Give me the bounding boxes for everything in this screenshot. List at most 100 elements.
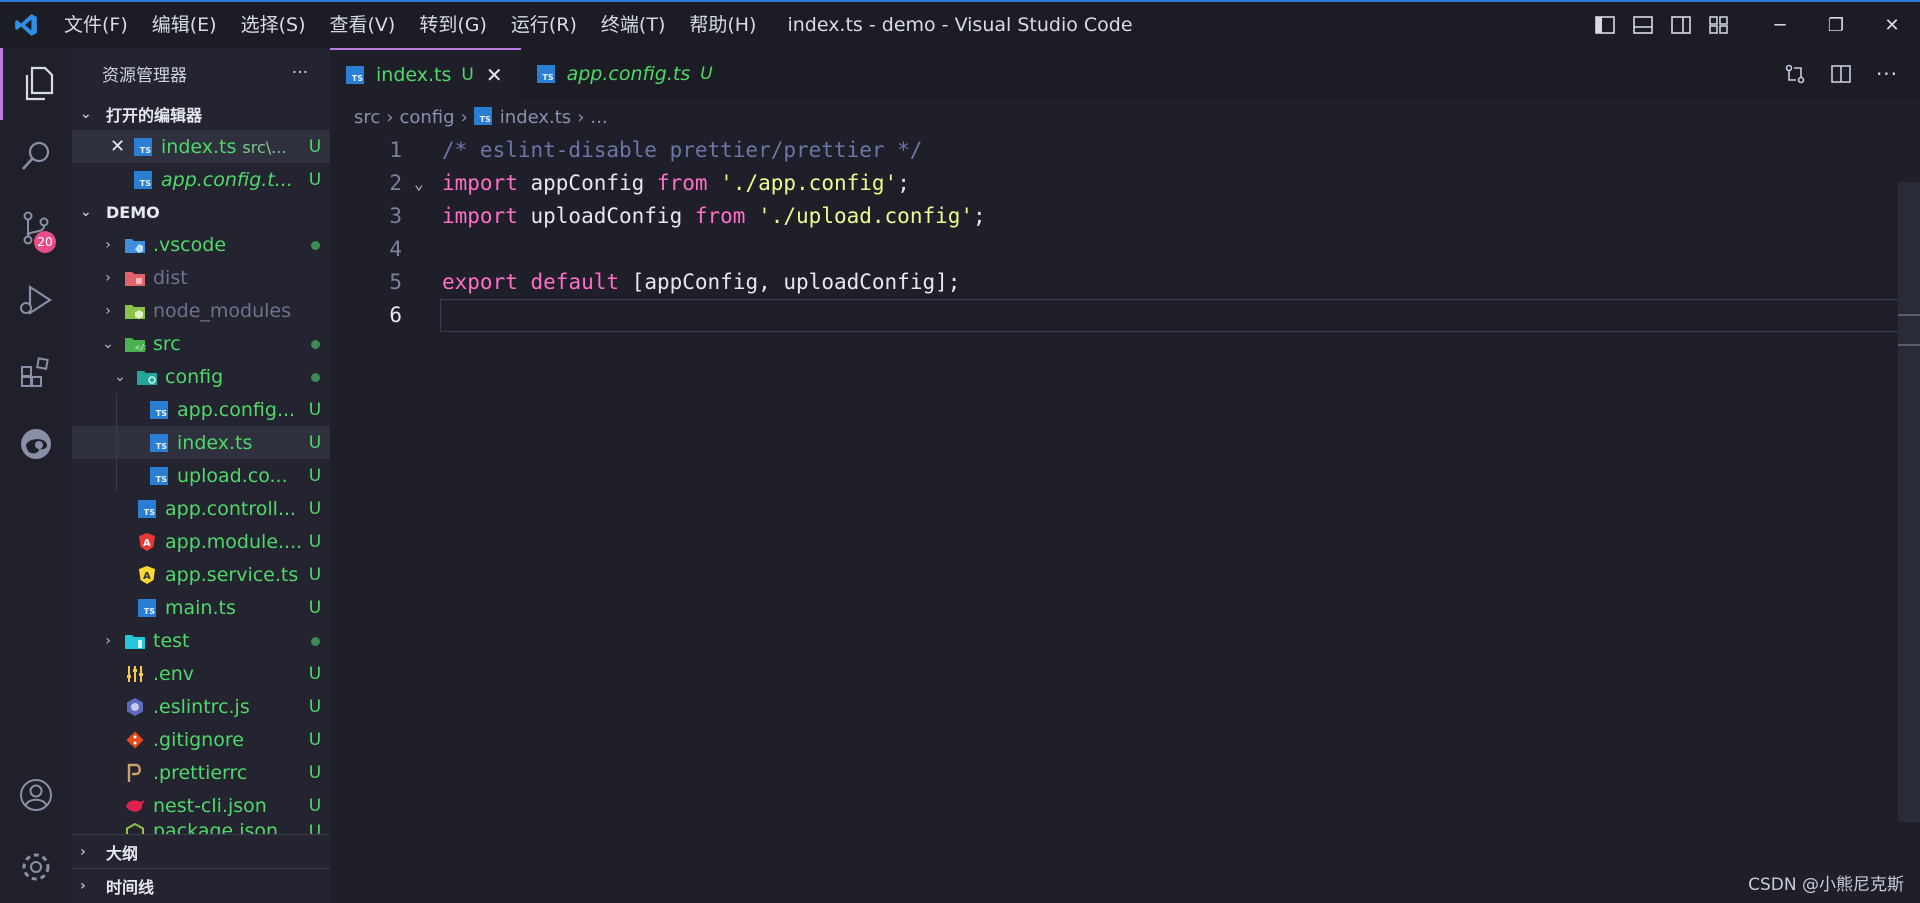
toggle-panel-icon[interactable] [1624,2,1662,48]
typescript-file-icon: TS [136,498,158,520]
tree-file-main[interactable]: TS main.ts U [72,591,330,624]
folder-config-icon [136,366,158,388]
menu-run[interactable]: 运行(R) [499,3,589,47]
edge-devtools-icon[interactable] [0,408,72,480]
indent-guide [116,393,117,426]
breadcrumb-symbol[interactable]: ... [590,107,607,128]
open-editor-name: index.ts src\... [161,135,287,158]
code-line[interactable]: 5 export default [appConfig, uploadConfig… [330,266,1920,299]
git-status: U [308,762,322,783]
tree-file-prettierrc[interactable]: .prettierrc U [72,756,330,789]
tree-folder-vscode[interactable]: › .vscode [72,228,330,261]
git-status: U [308,169,322,190]
menu-help[interactable]: 帮助(H) [677,3,768,47]
tree-file-package-json[interactable]: package.json U [72,822,330,834]
menu-terminal[interactable]: 终端(T) [589,3,677,47]
folder-vscode-icon [124,234,146,256]
tree-file-app-service[interactable]: A app.service.ts U [72,558,330,591]
tree-file-app-module[interactable]: A app.module.... U [72,525,330,558]
line-number: 3 [389,204,402,228]
code-line[interactable]: 4 [330,233,1920,266]
typescript-file-icon: TS [473,107,494,127]
menu-edit[interactable]: 编辑(E) [140,3,229,47]
code-token: /* eslint-disable prettier/prettier */ [442,138,923,162]
tree-folder-src[interactable]: ⌄ </> src [72,327,330,360]
close-editor-icon[interactable]: ✕ [110,136,128,157]
breadcrumb-config[interactable]: config [399,107,454,128]
menu-view[interactable]: 查看(V) [318,3,408,47]
tab-index-ts[interactable]: TS index.ts U ✕ [330,48,521,100]
typescript-file-icon: TS [148,432,170,454]
explorer-more-icon[interactable]: ··· [292,63,308,83]
tree-file-upload-config[interactable]: TS upload.co... U [72,459,330,492]
editor-scrollbar[interactable] [1898,182,1920,822]
run-debug-icon[interactable] [0,264,72,336]
modified-dot [304,334,326,354]
tree-file-env[interactable]: .env U [72,657,330,690]
tab-label: app.config.ts [566,63,691,85]
env-settings-icon [124,663,146,685]
code-editor[interactable]: 1 /* eslint-disable prettier/prettier */ 2… [330,134,1920,332]
breadcrumb-file[interactable]: index.ts [500,107,571,128]
git-status: U [308,136,322,157]
extensions-icon[interactable] [0,336,72,408]
open-editor-item[interactable]: TS app.config.t... U [72,163,330,196]
code-line[interactable]: 3 import uploadConfig from './upload.conf… [330,200,1920,233]
menu-selection[interactable]: 选择(S) [229,3,318,47]
settings-gear-icon[interactable] [0,831,72,903]
tree-file-app-config[interactable]: TS app.config... U [72,393,330,426]
chevron-right-icon: › [105,269,111,286]
tree-file-app-controller[interactable]: TS app.controll... U [72,492,330,525]
chevron-right-icon: › [105,302,111,319]
git-status: U [308,465,322,486]
nodejs-icon [124,822,146,834]
tree-file-gitignore[interactable]: .gitignore U [72,723,330,756]
code-token: './upload.config' [758,204,974,228]
customize-layout-icon[interactable] [1700,2,1738,48]
tree-file-eslintrc[interactable]: .eslintrc.js U [72,690,330,723]
explorer-icon[interactable] [0,48,72,120]
tree-folder-node-modules[interactable]: › node_modules [72,294,330,327]
code-text: export default [appConfig, uploadConfig]… [442,266,960,299]
tab-app-config-ts[interactable]: TS app.config.ts U [521,48,751,100]
breadcrumb-src[interactable]: src [354,107,380,128]
toggle-primary-sidebar-icon[interactable] [1586,2,1624,48]
modified-dot [304,235,326,255]
account-icon[interactable] [0,759,72,831]
tree-file-index[interactable]: TS index.ts U [72,426,330,459]
tree-file-nest-cli[interactable]: nest-cli.json U [72,789,330,822]
code-line[interactable]: 1 /* eslint-disable prettier/prettier */ [330,134,1920,167]
more-actions-icon[interactable]: ··· [1868,51,1906,97]
git-status: U [308,597,322,618]
search-icon[interactable] [0,120,72,192]
current-line-highlight [440,299,1918,332]
code-token: uploadConfig [517,204,695,228]
open-editors-section[interactable]: ⌄ 打开的编辑器 [72,98,330,130]
eslint-icon [124,696,146,718]
angular-service-icon: A [136,564,158,586]
compare-changes-icon[interactable] [1776,51,1814,97]
close-window-icon[interactable]: ✕ [1864,2,1920,48]
restore-icon[interactable]: ❐ [1808,2,1864,48]
open-editor-item[interactable]: ✕ TS index.ts src\... U [72,130,330,163]
tree-folder-config[interactable]: ⌄ config [72,360,330,393]
workspace-section[interactable]: ⌄ DEMO [72,196,330,228]
menu-file[interactable]: 文件(F) [52,3,140,47]
minimize-icon[interactable]: ─ [1752,2,1808,48]
tree-folder-test[interactable]: › test [72,624,330,657]
breadcrumb: src › config › TS index.ts › ... [330,100,1920,134]
git-status: U [308,822,322,834]
split-editor-icon[interactable] [1822,51,1860,97]
menu-go[interactable]: 转到(G) [407,3,499,47]
code-line[interactable]: 2 ⌄ import appConfig from './app.config'; [330,167,1920,200]
git-status: U [308,531,322,552]
toggle-secondary-sidebar-icon[interactable] [1662,2,1700,48]
tree-folder-dist[interactable]: › dist [72,261,330,294]
outline-section[interactable]: › 大纲 [72,834,330,868]
fold-chevron-icon[interactable]: ⌄ [414,167,424,200]
timeline-section[interactable]: › 时间线 [72,868,330,902]
git-status: U [308,663,322,684]
source-control-icon[interactable]: 20 [0,192,72,264]
code-line[interactable]: 6 [330,299,1920,332]
close-tab-icon[interactable]: ✕ [486,63,503,87]
